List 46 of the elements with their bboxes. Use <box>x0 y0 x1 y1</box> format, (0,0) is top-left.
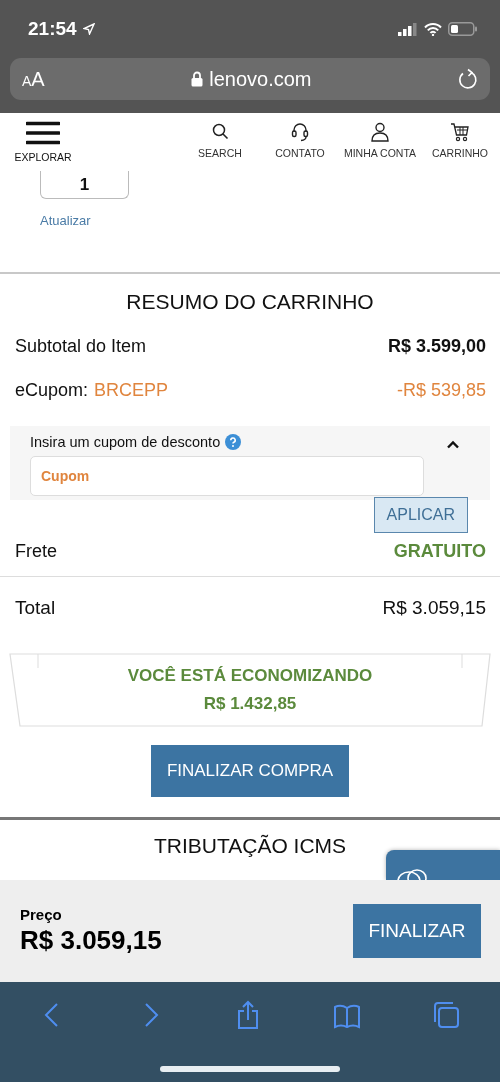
lock-icon <box>191 71 204 87</box>
wifi-icon <box>424 22 442 36</box>
checkout-button[interactable]: FINALIZAR COMPRA <box>150 745 350 797</box>
savings-value: R$ 1.432,85 <box>203 694 297 714</box>
address-bar[interactable]: AA lenovo.com <box>10 58 490 100</box>
text-size-button[interactable]: AA <box>22 67 45 91</box>
location-arrow-icon <box>82 23 95 35</box>
coupon-field[interactable]: Cupom <box>30 456 424 496</box>
coupon-form-label: Insira um cupom de desconto <box>30 434 221 450</box>
finalize-button[interactable]: FINALIZAR <box>353 904 481 958</box>
section-title: TRIBUTAÇÃO ICMS <box>153 833 347 859</box>
clock-time: 21:54 <box>28 18 77 40</box>
quantity-field[interactable]: 1 <box>40 171 129 199</box>
coupon-code: BRCEPP <box>94 379 169 401</box>
price-value: R$ 3.059,15 <box>20 925 162 956</box>
battery-icon <box>448 22 478 36</box>
subtotal-value: R$ 3.599,00 <box>387 335 486 357</box>
coupon-label: eCupom: <box>15 379 89 401</box>
total-value: R$ 3.059,15 <box>382 597 486 619</box>
chat-button[interactable] <box>386 850 500 880</box>
chevron-icon <box>446 440 460 449</box>
cart-icon <box>449 121 471 143</box>
collapse-toggle[interactable] <box>446 440 460 449</box>
signal-icon <box>398 22 418 36</box>
menu-button[interactable]: EXPLORAR <box>4 121 82 163</box>
url-text: lenovo.com <box>209 67 312 91</box>
shipping-label: Frete <box>15 540 57 562</box>
savings-title: VOCÊ ESTÁ ECONOMIZANDO <box>127 666 373 686</box>
tabs-icon[interactable] <box>431 1000 462 1030</box>
reload-icon[interactable] <box>458 68 478 90</box>
nav-item[interactable]: MINHA CONTA <box>340 121 420 159</box>
nav-item[interactable]: CONTATO <box>260 121 340 159</box>
section-title: RESUMO DO CARRINHO <box>125 289 375 315</box>
menu-icon <box>26 121 60 145</box>
total-label: Total <box>15 597 56 619</box>
discount-value: -R$ 539,85 <box>396 379 486 401</box>
shipping-value: GRATUITO <box>393 540 486 562</box>
headset-icon <box>289 121 311 143</box>
apply-button[interactable]: APLICAR <box>373 497 468 533</box>
help-icon[interactable] <box>225 434 242 450</box>
person-icon <box>369 121 391 143</box>
price-label: Preço <box>20 906 63 923</box>
nav-item[interactable]: CARRINHO <box>420 121 500 159</box>
update-link[interactable]: Atualizar <box>40 213 91 228</box>
nav-item[interactable]: SEARCH <box>180 121 260 159</box>
subtotal-label: Subtotal do Item <box>15 335 147 357</box>
